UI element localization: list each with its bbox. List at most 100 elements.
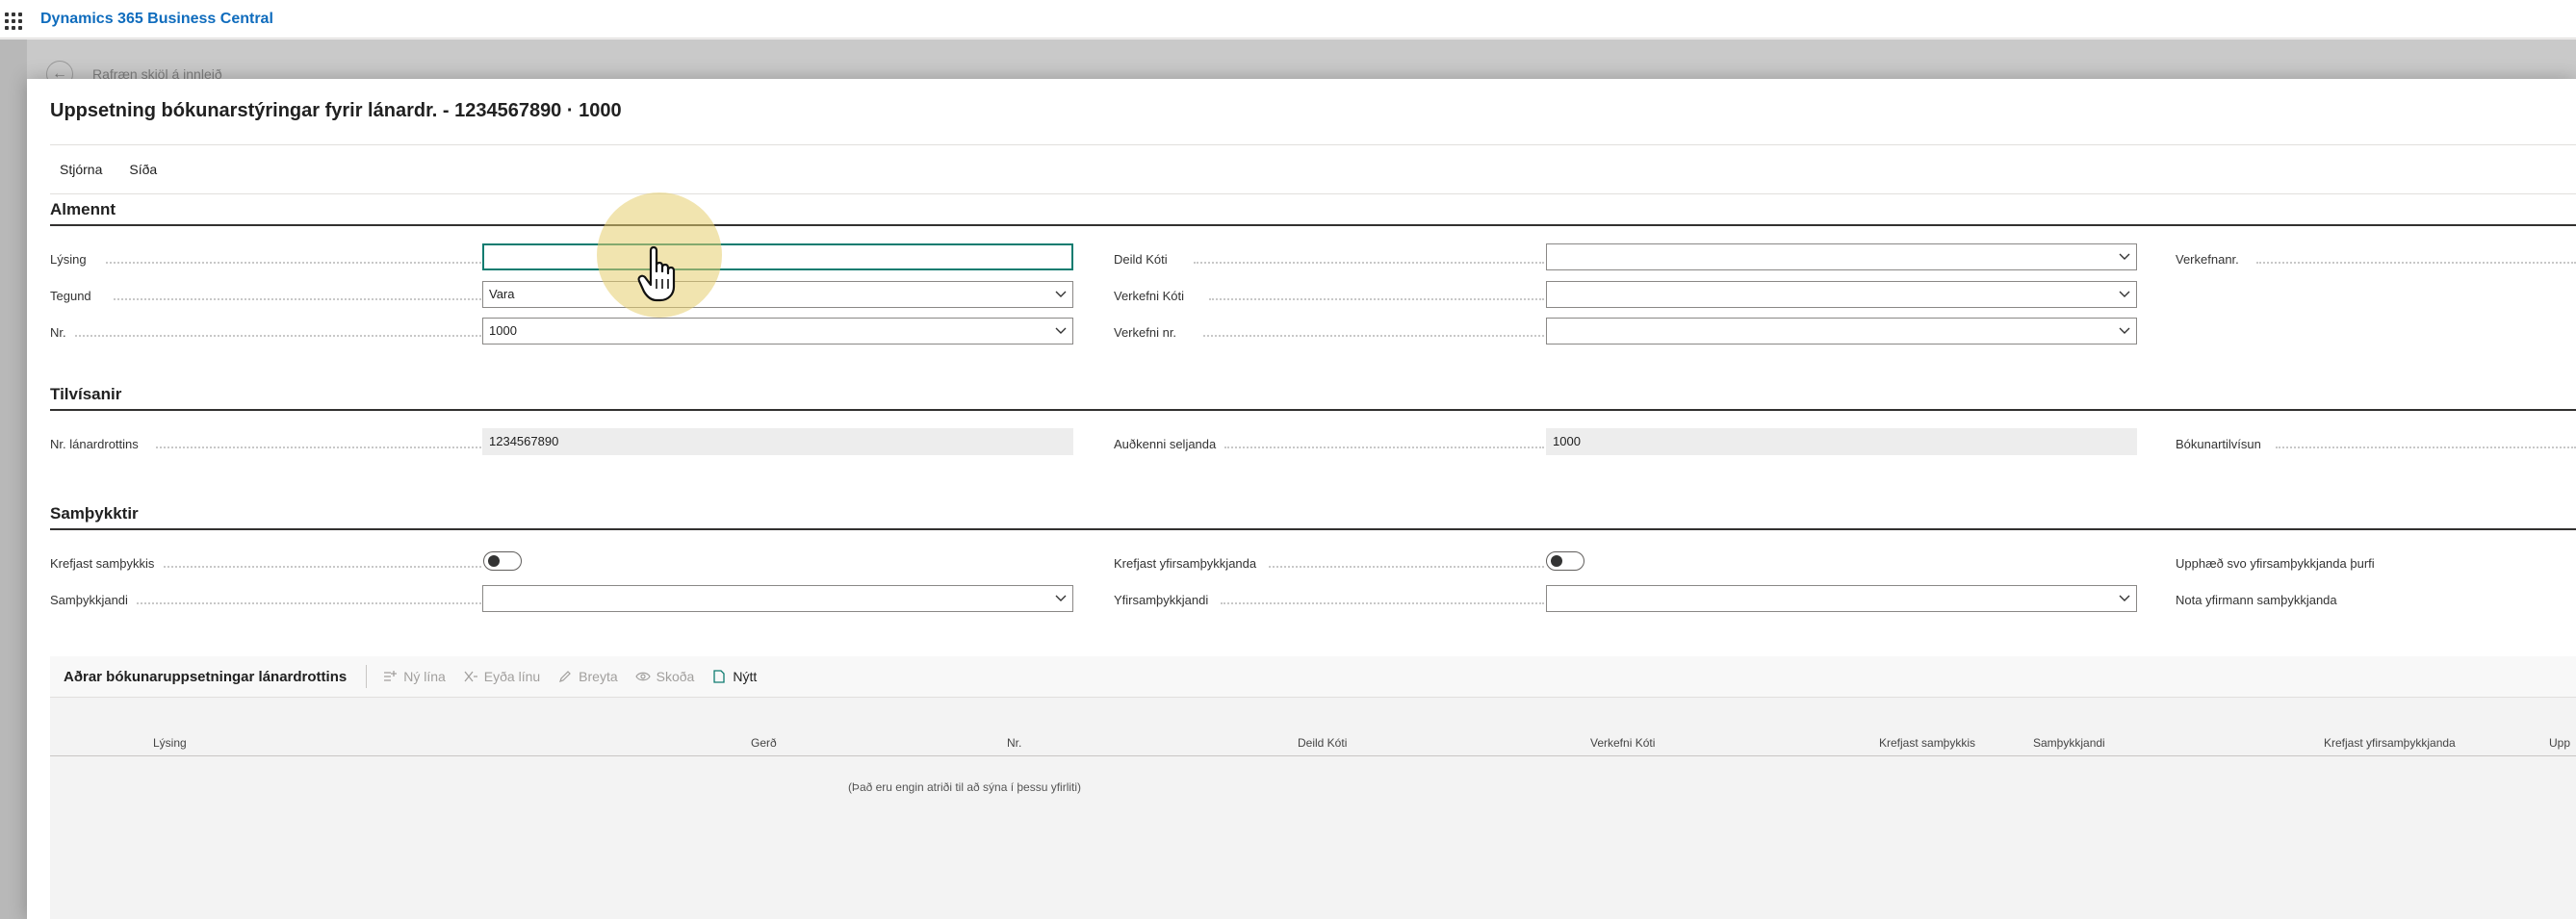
delete-line-button[interactable]: Eyða línu: [463, 669, 540, 684]
project-code-select[interactable]: [1546, 281, 2137, 308]
toggle-knob: [1551, 555, 1562, 567]
seller-id-field: 1000: [1546, 428, 2137, 455]
description-label: Lýsing: [50, 252, 87, 267]
toolbar-separator: [366, 665, 368, 688]
chevron-down-icon: [2119, 593, 2130, 602]
delete-line-icon: [463, 669, 478, 684]
task-no-label: Verkefnanr.: [2176, 252, 2239, 267]
super-approver-select[interactable]: [1546, 585, 2137, 612]
new-icon: [711, 669, 727, 684]
approver-label: Samþykkjandi: [50, 593, 128, 607]
vendor-no-label: Nr. lánardrottins: [50, 437, 139, 451]
label-leader: [1194, 262, 1544, 264]
new-line-icon: [382, 669, 398, 684]
amount-super-label: Upphæð svo yfirsamþykkjanda þurfi: [2176, 556, 2375, 571]
dept-code-label: Deild Kóti: [1114, 252, 1168, 267]
type-value: Vara: [489, 287, 515, 301]
edit-button[interactable]: Breyta: [557, 669, 618, 684]
section-approvals-heading[interactable]: Samþykktir: [50, 504, 139, 523]
project-no-label: Verkefni nr.: [1114, 325, 1177, 340]
column-header[interactable]: Lýsing: [153, 736, 187, 750]
subpart-title[interactable]: Aðrar bókunaruppsetningar lánardrottins: [64, 669, 347, 685]
no-select[interactable]: 1000: [482, 318, 1073, 345]
label-leader: [1209, 298, 1544, 300]
label-leader: [1269, 566, 1544, 568]
label-leader: [2276, 447, 2576, 448]
new-line-button[interactable]: Ný lína: [382, 669, 446, 684]
column-header[interactable]: Upp: [2549, 736, 2570, 750]
column-header[interactable]: Gerð: [751, 736, 777, 750]
chevron-down-icon: [2119, 325, 2130, 335]
chevron-down-icon: [1055, 325, 1067, 335]
view-icon: [634, 669, 651, 684]
new-button[interactable]: Nýtt: [711, 669, 757, 684]
project-code-label: Verkefni Kóti: [1114, 289, 1184, 303]
section-divider: [50, 409, 2576, 411]
app-name[interactable]: Dynamics 365 Business Central: [40, 11, 273, 28]
require-super-toggle[interactable]: [1546, 551, 1584, 571]
description-field[interactable]: [482, 243, 1073, 270]
approver-select[interactable]: [482, 585, 1073, 612]
dept-code-select[interactable]: [1546, 243, 2137, 270]
chevron-down-icon: [2119, 289, 2130, 298]
project-no-select[interactable]: [1546, 318, 2137, 345]
section-divider: [50, 224, 2576, 226]
action-page[interactable]: Síða: [129, 162, 157, 177]
label-leader: [156, 447, 481, 448]
other-posting-setups-part: Aðrar bókunaruppsetningar lánardrottins …: [50, 656, 2576, 919]
app-bar: Dynamics 365 Business Central: [0, 0, 2576, 38]
action-manage[interactable]: Stjórna: [60, 162, 102, 177]
vendor-no-field: 1234567890: [482, 428, 1073, 455]
no-value: 1000: [489, 323, 517, 338]
posting-setup-dialog: Uppsetning bókunarstýringar fyrir lánard…: [27, 79, 2576, 919]
toggle-knob: [488, 555, 500, 567]
label-leader: [75, 335, 481, 337]
pointer-hand-icon: [637, 244, 689, 306]
label-leader: [106, 262, 481, 264]
use-manager-label: Nota yfirmann samþykkjanda: [2176, 593, 2337, 607]
chevron-down-icon: [1055, 289, 1067, 298]
column-header[interactable]: Verkefni Kóti: [1590, 736, 1655, 750]
edit-icon: [557, 669, 573, 684]
section-divider: [50, 528, 2576, 530]
label-leader: [1203, 335, 1544, 337]
require-approval-label: Krefjast samþykkis: [50, 556, 155, 571]
require-super-label: Krefjast yfirsamþykkjanda: [1114, 556, 1257, 571]
label-leader: [137, 602, 481, 604]
posting-ref-label: Bókunartilvísun: [2176, 437, 2261, 451]
view-label: Skoða: [656, 669, 695, 684]
chevron-down-icon: [1055, 593, 1067, 602]
super-approver-label: Yfirsamþykkjandi: [1114, 593, 1209, 607]
section-references-heading[interactable]: Tilvísanir: [50, 385, 121, 404]
app-launcher-icon[interactable]: [2, 10, 22, 30]
column-header[interactable]: Samþykkjandi: [2033, 736, 2105, 750]
label-leader: [2256, 262, 2576, 264]
require-approval-toggle[interactable]: [483, 551, 522, 571]
column-header[interactable]: Krefjast yfirsamþykkjanda: [2324, 736, 2456, 750]
delete-line-label: Eyða línu: [483, 669, 541, 684]
edit-label: Breyta: [579, 669, 618, 684]
label-leader: [1224, 447, 1544, 448]
label-leader: [1221, 602, 1544, 604]
chevron-down-icon: [2119, 251, 2130, 261]
empty-list-message: (Það eru engin atriði til að sýna í þess…: [847, 780, 1082, 794]
no-label: Nr.: [50, 325, 66, 340]
seller-id-label: Auðkenni seljanda: [1114, 437, 1217, 451]
subpart-grid: Lýsing Gerð Nr. Deild Kóti Verkefni Kóti…: [50, 697, 2576, 919]
column-header[interactable]: Nr.: [1007, 736, 1021, 750]
column-header[interactable]: Krefjast samþykkis: [1879, 736, 1975, 750]
action-bar: Stjórna Síða: [50, 144, 2576, 194]
type-label: Tegund: [50, 289, 91, 303]
subpart-toolbar: Aðrar bókunaruppsetningar lánardrottins …: [50, 656, 2576, 697]
new-line-label: Ný lína: [403, 669, 446, 684]
view-button[interactable]: Skoða: [634, 669, 695, 684]
header-divider: [50, 755, 2576, 756]
new-label: Nýtt: [733, 669, 758, 684]
section-general-heading[interactable]: Almennt: [50, 200, 116, 219]
background-left-strip: [0, 39, 27, 919]
type-select[interactable]: Vara: [482, 281, 1073, 308]
dialog-title: Uppsetning bókunarstýringar fyrir lánard…: [50, 100, 622, 121]
label-leader: [164, 566, 481, 568]
label-leader: [114, 298, 481, 300]
column-header[interactable]: Deild Kóti: [1298, 736, 1347, 750]
